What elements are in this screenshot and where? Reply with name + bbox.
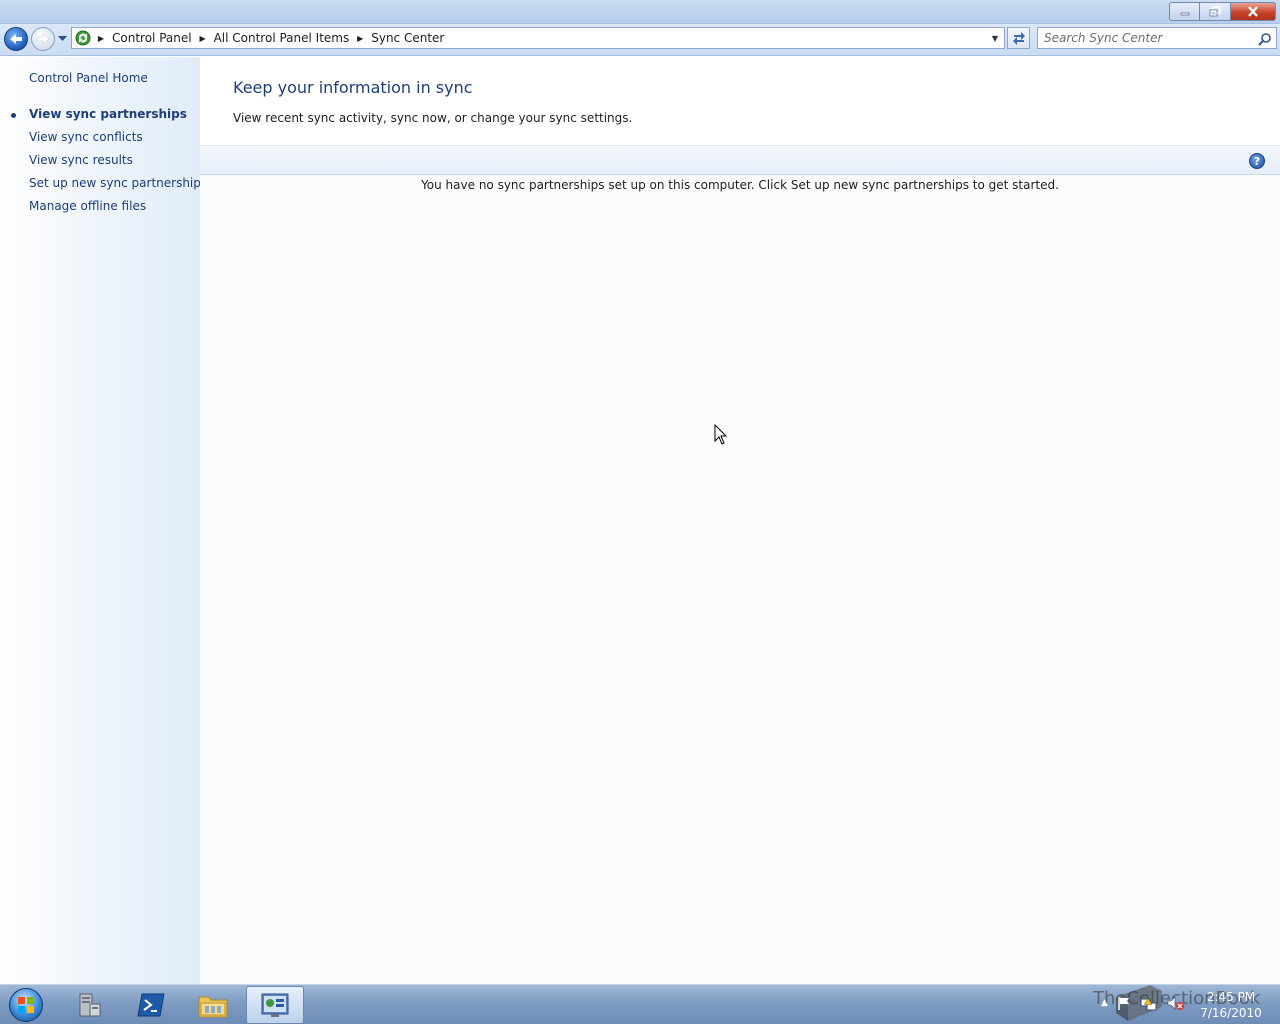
chevron-down-icon: ▼	[991, 33, 999, 43]
back-button[interactable]	[4, 27, 28, 51]
address-dropdown-button[interactable]: ▼	[986, 28, 1004, 48]
refresh-icon	[1012, 32, 1025, 45]
clock-date: 7/16/2010	[1200, 1006, 1262, 1020]
mouse-pointer-icon	[714, 424, 728, 445]
taskbar-control-panel-button[interactable]	[246, 986, 304, 1024]
sync-center-icon	[73, 28, 93, 48]
task-list: View sync partnerships View sync conflic…	[29, 107, 207, 222]
command-toolbar: ?	[200, 145, 1280, 175]
sidebar-item-view-sync-partnerships[interactable]: View sync partnerships	[29, 107, 207, 130]
volume-muted-icon[interactable]	[1166, 995, 1184, 1011]
taskbar-explorer-button[interactable]	[184, 986, 242, 1024]
search-input[interactable]	[1044, 30, 1254, 46]
minimize-icon	[1180, 12, 1189, 15]
main-content: Keep your information in sync View recen…	[200, 57, 1280, 984]
title-bar	[0, 0, 1280, 24]
breadcrumb-control-panel[interactable]: Control Panel	[109, 31, 195, 45]
powershell-icon	[137, 993, 165, 1017]
search-button[interactable]	[1257, 31, 1273, 47]
address-bar[interactable]: ▶ Control Panel ▶ All Control Panel Item…	[71, 27, 1005, 49]
search-icon	[1258, 33, 1271, 46]
control-panel-icon	[261, 993, 289, 1017]
breadcrumb-arrow-icon[interactable]: ▶	[352, 34, 368, 43]
chevron-down-icon	[57, 36, 67, 41]
notification-area: ▲	[1101, 995, 1184, 1011]
show-hidden-icons-button[interactable]: ▲	[1101, 998, 1108, 1008]
forward-button[interactable]	[31, 27, 55, 51]
control-panel-home-link[interactable]: Control Panel Home	[29, 71, 148, 85]
start-button[interactable]	[4, 986, 48, 1024]
breadcrumb-arrow-icon[interactable]: ▶	[195, 34, 211, 43]
main-header: Keep your information in sync View recen…	[200, 57, 1280, 145]
help-button[interactable]: ?	[1249, 153, 1265, 169]
sidebar-item-view-sync-conflicts[interactable]: View sync conflicts	[29, 130, 207, 153]
empty-state-message: You have no sync partnerships set up on …	[421, 178, 1059, 192]
network-warning-icon[interactable]	[1140, 995, 1158, 1011]
left-pane: Control Panel Home View sync partnership…	[0, 57, 207, 984]
restore-button[interactable]	[1200, 2, 1231, 21]
system-clock[interactable]: 2:45 PM 7/16/2010	[1196, 989, 1266, 1021]
page-subtitle: View recent sync activity, sync now, or …	[233, 111, 633, 125]
arrow-left-icon	[10, 34, 22, 44]
active-item-bullet-icon	[11, 113, 16, 118]
sidebar-item-view-sync-results[interactable]: View sync results	[29, 153, 207, 176]
arrow-right-icon	[36, 33, 50, 45]
sidebar-item-set-up-new-sync-partnerships[interactable]: Set up new sync partnerships	[29, 176, 207, 199]
refresh-button[interactable]	[1007, 27, 1030, 49]
server-manager-icon	[79, 993, 101, 1017]
clock-time: 2:45 PM	[1206, 990, 1256, 1004]
breadcrumb-sync-center[interactable]: Sync Center	[368, 31, 447, 45]
help-icon: ?	[1253, 154, 1261, 168]
breadcrumb-all-items[interactable]: All Control Panel Items	[211, 31, 353, 45]
restore-icon	[1209, 6, 1221, 17]
taskbar-server-manager-button[interactable]	[60, 986, 118, 1024]
action-center-flag-icon[interactable]	[1116, 995, 1132, 1011]
search-box[interactable]	[1037, 27, 1277, 49]
windows-logo-icon	[9, 988, 43, 1022]
breadcrumb-arrow-icon[interactable]: ▶	[93, 34, 109, 43]
window-controls	[1169, 2, 1276, 21]
page-title: Keep your information in sync	[233, 78, 473, 97]
taskbar-powershell-button[interactable]	[122, 986, 180, 1024]
close-button[interactable]	[1231, 2, 1276, 21]
explorer-folder-icon	[198, 996, 228, 1018]
close-icon	[1248, 6, 1258, 17]
minimize-button[interactable]	[1169, 2, 1200, 21]
sidebar-item-manage-offline-files[interactable]: Manage offline files	[29, 199, 207, 222]
navigation-bar: ▶ Control Panel ▶ All Control Panel Item…	[0, 24, 1280, 56]
recent-pages-button[interactable]	[57, 34, 67, 44]
